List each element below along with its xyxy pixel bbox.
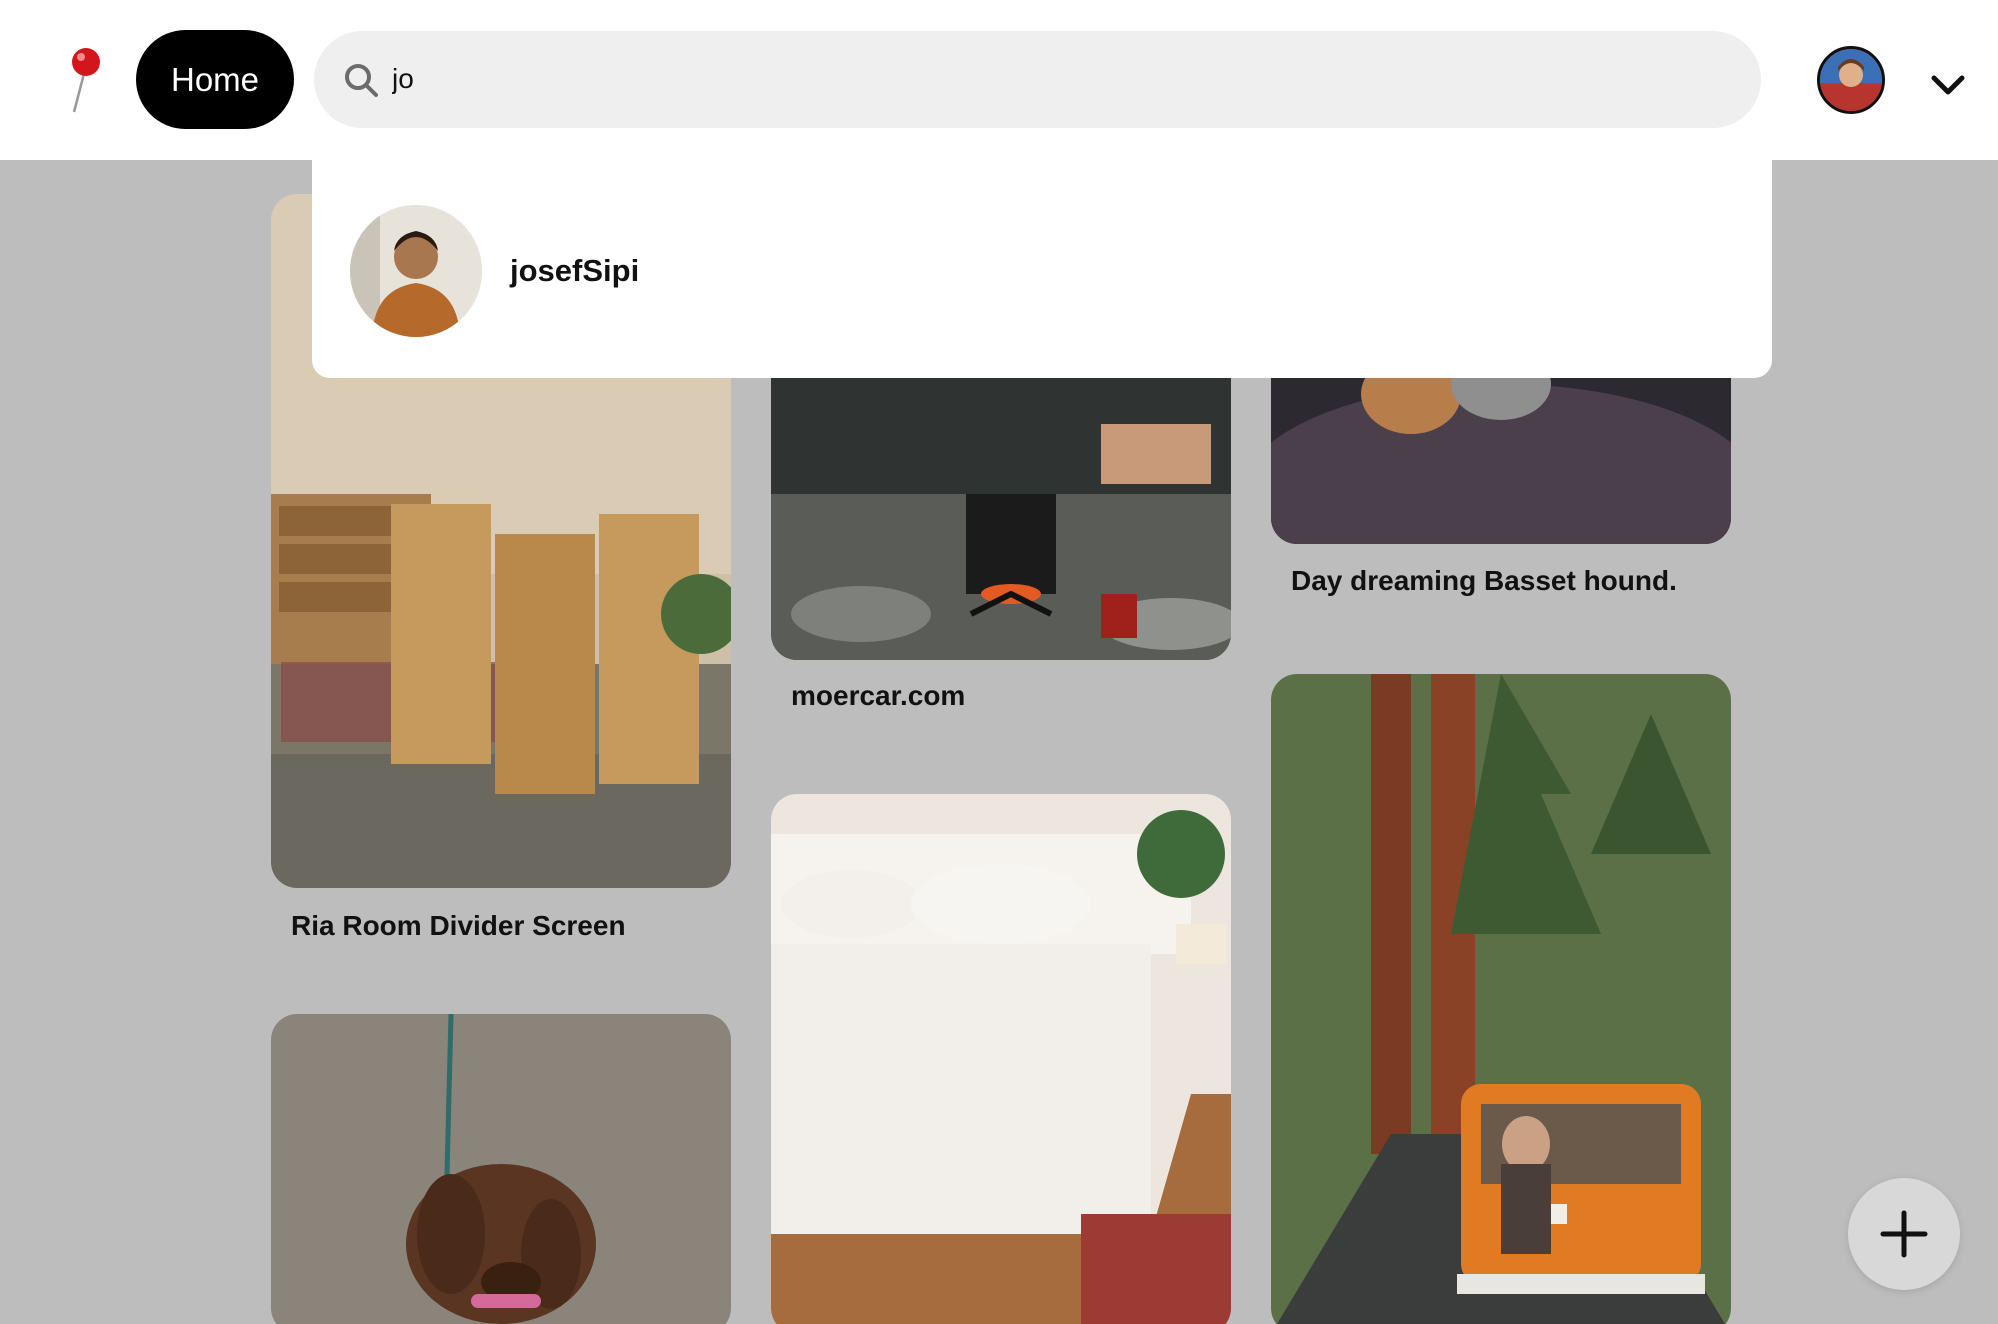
- chevron-down-icon[interactable]: [1930, 72, 1966, 98]
- plus-icon: [1880, 1210, 1928, 1258]
- result-username: josefSipi: [510, 253, 640, 288]
- result-user-avatar: [350, 205, 482, 337]
- create-pin-button[interactable]: [1848, 1178, 1960, 1290]
- pin-image-puppy[interactable]: [271, 1014, 731, 1324]
- search-suggestions-dropdown: josefSipi: [312, 160, 1772, 378]
- pin-image-bed[interactable]: [771, 794, 1231, 1324]
- user-avatar[interactable]: [1817, 46, 1885, 114]
- search-bar[interactable]: [314, 31, 1761, 128]
- home-button[interactable]: Home: [136, 30, 294, 129]
- search-input[interactable]: [392, 53, 1722, 105]
- pin-image-forest-van[interactable]: [1271, 674, 1731, 1324]
- pin-title[interactable]: Ria Room Divider Screen: [291, 910, 626, 942]
- search-icon: [342, 61, 380, 99]
- pin-title[interactable]: Day dreaming Basset hound.: [1291, 565, 1677, 597]
- pushpin-logo-icon[interactable]: [62, 44, 110, 116]
- pin-title[interactable]: moercar.com: [791, 680, 965, 712]
- search-result-user[interactable]: josefSipi: [350, 205, 950, 337]
- top-header: Home: [0, 0, 1998, 160]
